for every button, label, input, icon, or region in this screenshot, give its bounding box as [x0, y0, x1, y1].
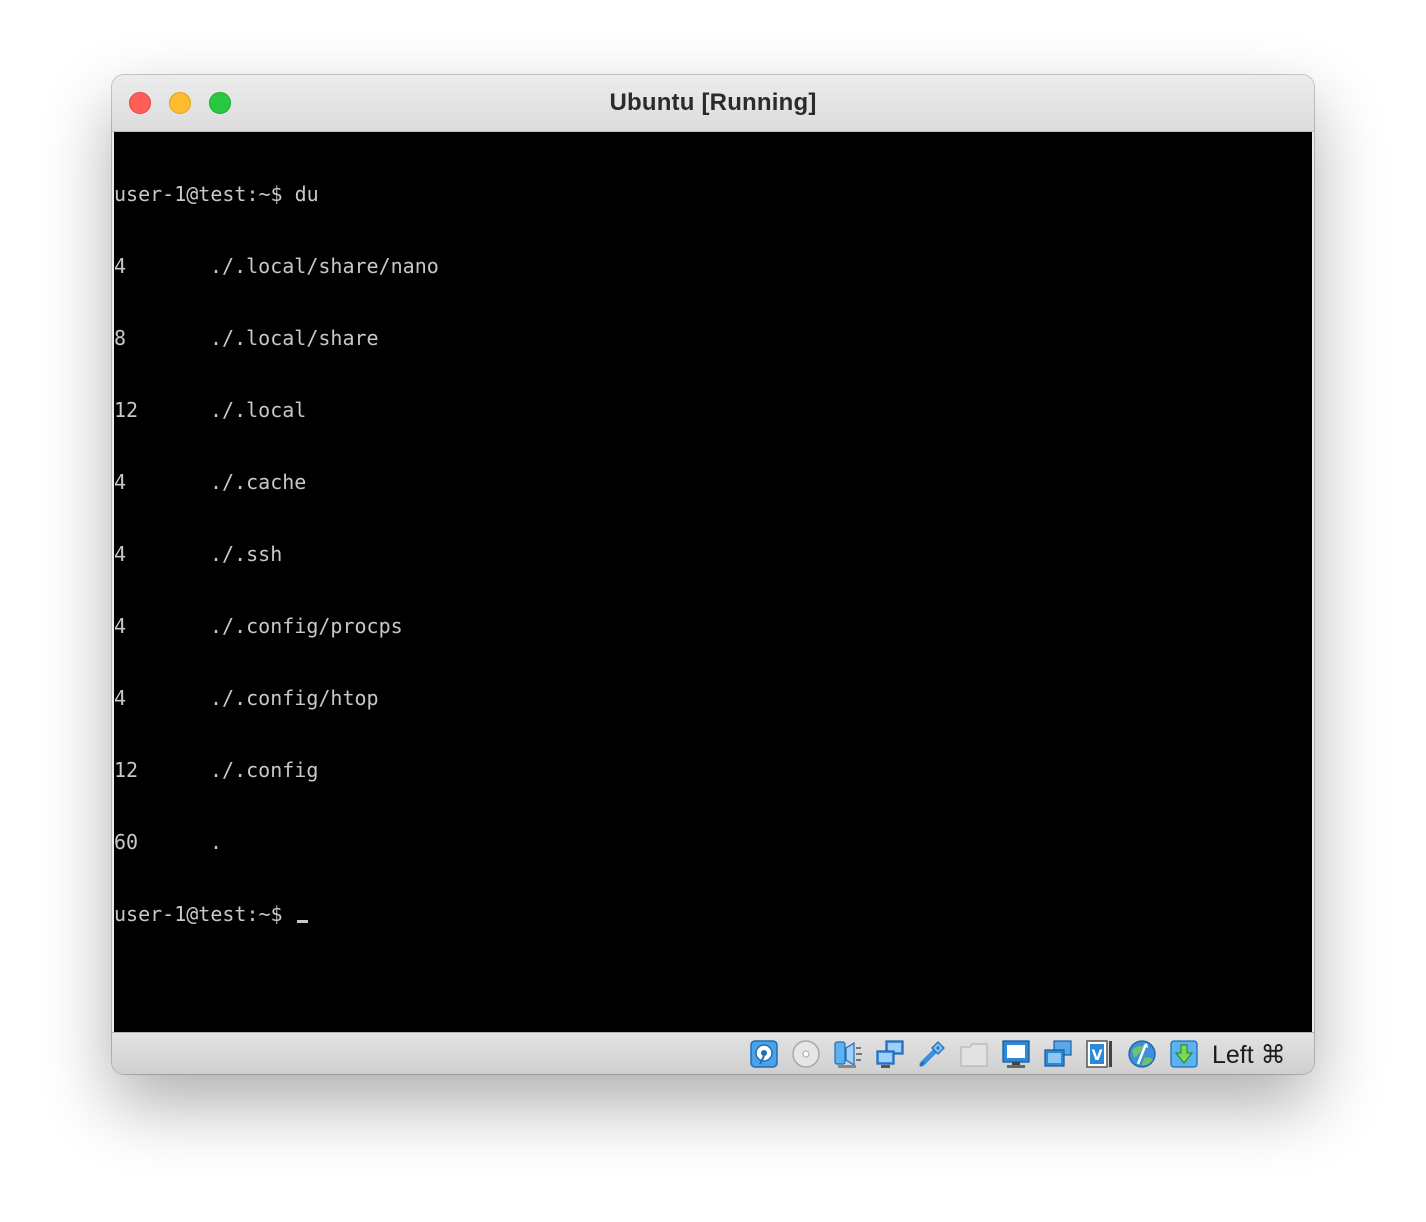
du-size: 4 — [114, 686, 127, 710]
keyboard-capture-icon[interactable] — [1168, 1038, 1200, 1070]
du-size: 8 — [114, 326, 127, 350]
du-size: 12 — [114, 398, 139, 422]
du-path: ./.local — [210, 398, 307, 422]
du-size: 4 — [114, 542, 127, 566]
du-size: 4 — [114, 470, 127, 494]
cpu-virtualization-icon[interactable]: V — [1084, 1038, 1116, 1070]
hard-disk-icon[interactable] — [748, 1038, 780, 1070]
output-row: 4 ./.config/procps — [114, 614, 439, 638]
svg-text:V: V — [1092, 1048, 1103, 1064]
command-line: user-1@test:~$ du — [114, 182, 439, 206]
prompt: user-1@test:~$ — [114, 182, 283, 206]
output-row: 4 ./.config/htop — [114, 686, 439, 710]
du-size: 4 — [114, 254, 127, 278]
output-row: 4 ./.ssh — [114, 542, 439, 566]
vm-window: Ubuntu [Running] user-1@test:~$ du 4 ./.l… — [112, 75, 1314, 1074]
du-path: . — [210, 830, 223, 854]
text-cursor — [296, 920, 308, 923]
usb-icon[interactable] — [916, 1038, 948, 1070]
optical-drive-icon[interactable] — [790, 1038, 822, 1070]
prompt: user-1@test:~$ — [114, 902, 283, 926]
output-row: 12 ./.config — [114, 758, 439, 782]
output-row: 12 ./.local — [114, 398, 439, 422]
host-key-label[interactable]: Left ⌘ — [1212, 1040, 1286, 1070]
du-path: ./.config — [210, 758, 319, 782]
output-row: 60. — [114, 830, 439, 854]
vm-screen[interactable]: user-1@test:~$ du 4 ./.local/share/nano 8… — [114, 132, 1312, 1032]
output-row: 4 ./.cache — [114, 470, 439, 494]
device-indicators: V — [748, 1038, 1210, 1070]
mouse-integration-icon[interactable] — [1126, 1038, 1158, 1070]
output-row: 4 ./.local/share/nano — [114, 254, 439, 278]
output-row: 8 ./.local/share — [114, 326, 439, 350]
du-path: ./.config/htop — [210, 686, 379, 710]
shared-folder-icon[interactable] — [958, 1038, 990, 1070]
du-size: 60 — [114, 830, 139, 854]
du-path: ./.local/share/nano — [210, 254, 439, 278]
display-icon[interactable] — [1000, 1038, 1032, 1070]
window-title: Ubuntu [Running] — [609, 89, 817, 116]
du-path: ./.ssh — [210, 542, 283, 566]
recording-icon[interactable] — [1042, 1038, 1074, 1070]
du-size: 12 — [114, 758, 139, 782]
network-icon[interactable] — [874, 1038, 906, 1070]
du-path: ./.cache — [210, 470, 307, 494]
command: du — [294, 182, 319, 206]
du-path: ./.local/share — [210, 326, 379, 350]
title-bar[interactable]: Ubuntu [Running] — [112, 75, 1314, 132]
du-size: 4 — [114, 614, 127, 638]
prompt-line[interactable]: user-1@test:~$ — [114, 902, 439, 926]
du-path: ./.config/procps — [210, 614, 403, 638]
status-bar: V Left ⌘ — [112, 1032, 1314, 1074]
audio-icon[interactable] — [832, 1038, 864, 1070]
terminal-output: user-1@test:~$ du 4 ./.local/share/nano 8… — [114, 134, 439, 974]
